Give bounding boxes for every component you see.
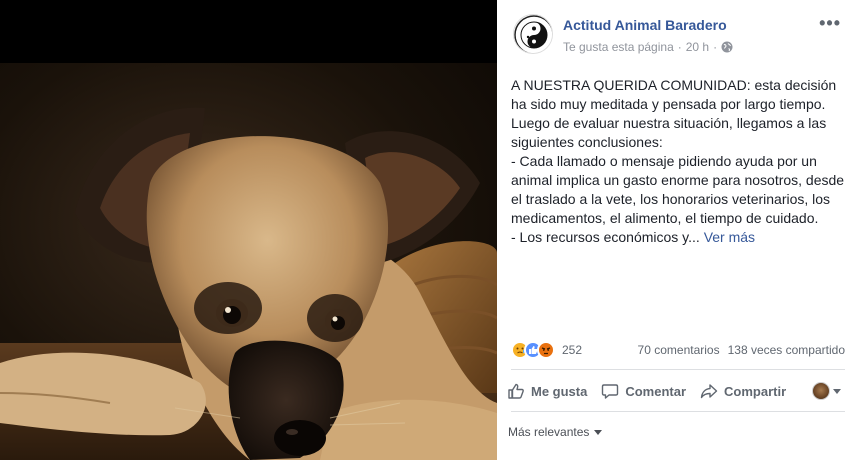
comment-sort-dropdown[interactable]: Más relevantes	[508, 425, 603, 439]
photo-viewer	[0, 0, 497, 460]
thumbs-up-icon	[508, 383, 524, 399]
angry-reaction-icon	[537, 341, 555, 359]
comment-icon	[602, 384, 619, 399]
post-actions: Me gusta Comentar Compartir	[507, 374, 847, 408]
page-name-link[interactable]: Actitud Animal Baradero	[563, 17, 727, 33]
share-button-label: Compartir	[724, 383, 787, 399]
post-panel: Actitud Animal Baradero Te gusta esta pá…	[497, 0, 857, 460]
meta-separator: ·	[713, 40, 718, 54]
comments-count[interactable]: 70 comentarios	[638, 343, 720, 357]
divider	[511, 369, 845, 370]
comment-sort-label: Más relevantes	[508, 425, 590, 439]
page-avatar[interactable]	[513, 14, 553, 54]
chevron-down-icon	[833, 388, 841, 394]
like-button-label: Me gusta	[531, 383, 588, 399]
reactions-bar: 252 70 comentarios 138 veces compartido	[511, 338, 845, 362]
see-more-link[interactable]: Ver más	[704, 229, 755, 245]
share-icon	[700, 384, 718, 399]
viewer-avatar	[812, 382, 830, 400]
post-text: A NUESTRA QUERIDA COMUNIDAD: esta decisi…	[511, 77, 845, 245]
divider	[511, 411, 845, 412]
post-timestamp[interactable]: 20 h	[686, 40, 709, 54]
globe-icon[interactable]	[721, 41, 733, 53]
chevron-down-icon	[594, 429, 603, 435]
reaction-count[interactable]: 252	[562, 343, 582, 357]
yin-yang-paw-logo-icon	[514, 15, 552, 53]
post-photo[interactable]	[0, 63, 497, 460]
dog-photo-illustration	[0, 107, 497, 460]
comment-button-label: Comentar	[625, 383, 687, 399]
meta-separator: ·	[677, 40, 682, 54]
post-header: Actitud Animal Baradero Te gusta esta pá…	[497, 0, 857, 62]
post-body: A NUESTRA QUERIDA COMUNIDAD: esta decisi…	[511, 76, 845, 247]
shares-count[interactable]: 138 veces compartido	[728, 343, 845, 357]
comment-button[interactable]: Comentar	[601, 382, 686, 400]
page-liked-label: Te gusta esta página	[563, 40, 674, 54]
more-options-button[interactable]: •••	[819, 14, 841, 32]
reaction-icons[interactable]	[511, 341, 555, 359]
post-meta: Te gusta esta página · 20 h ·	[563, 40, 733, 54]
like-button[interactable]: Me gusta	[507, 382, 587, 400]
share-button[interactable]: Compartir	[700, 382, 786, 400]
viewer-identity-selector[interactable]	[812, 382, 841, 400]
